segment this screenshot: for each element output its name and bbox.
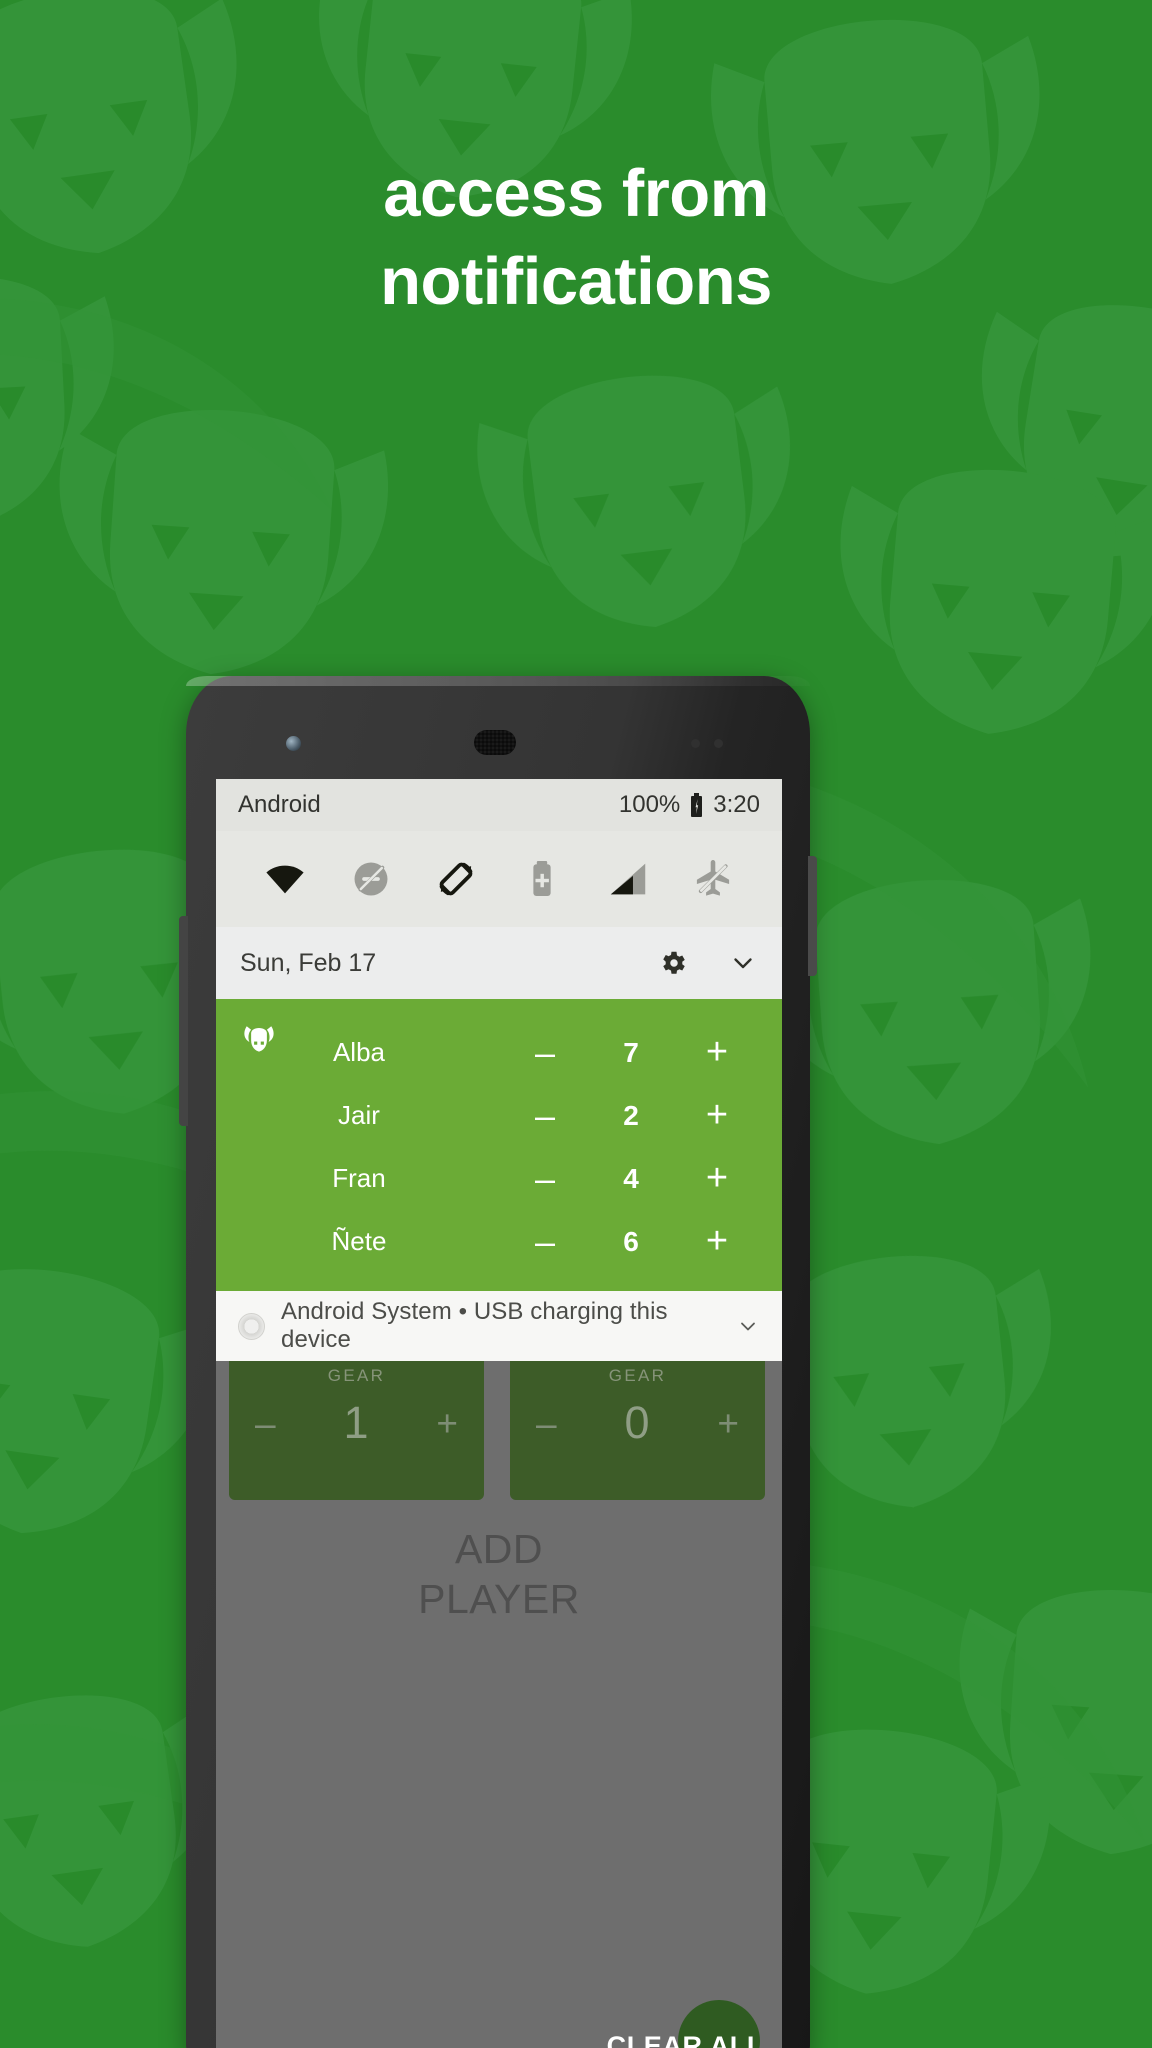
wifi-icon[interactable] bbox=[242, 831, 328, 927]
player-row[interactable]: Alba – 7 + bbox=[216, 1021, 782, 1084]
card-gear-row: – 0 + bbox=[510, 1394, 765, 1452]
increment-button[interactable]: + bbox=[674, 1096, 760, 1133]
player-score: 6 bbox=[623, 1225, 639, 1257]
system-notification-text: Android System • USB charging this devic… bbox=[281, 1298, 668, 1353]
add-player-line-2: PLAYER bbox=[418, 1576, 580, 1623]
do-not-disturb-off-icon[interactable] bbox=[328, 831, 414, 927]
player-score: 7 bbox=[623, 1036, 639, 1068]
proximity-sensor bbox=[691, 739, 700, 748]
phone-mockup: – 4 + GEAR – 1 + – 6 + GEAR bbox=[179, 676, 817, 2048]
gear-label: GEAR bbox=[608, 1366, 667, 1385]
quick-settings-footer: Sun, Feb 17 bbox=[216, 927, 782, 999]
status-bar-clock: 3:20 bbox=[713, 791, 760, 818]
light-sensor bbox=[714, 739, 723, 748]
gear-value: 1 bbox=[343, 1397, 369, 1448]
clear-all-button[interactable]: CLEAR ALL bbox=[607, 2031, 764, 2048]
gear-increment-button[interactable]: + bbox=[717, 1405, 739, 1442]
viking-helmet-icon bbox=[238, 1021, 280, 1063]
player-row[interactable]: Fran – 4 + bbox=[216, 1147, 782, 1210]
quick-settings-date: Sun, Feb 17 bbox=[240, 948, 377, 977]
gear-value: 0 bbox=[624, 1397, 650, 1448]
headline-line-1: access from bbox=[383, 156, 769, 231]
gear-increment-button[interactable]: + bbox=[436, 1405, 458, 1442]
chevron-down-icon[interactable] bbox=[728, 948, 758, 978]
player-score: 4 bbox=[623, 1162, 639, 1194]
earpiece-speaker bbox=[474, 730, 516, 755]
chevron-down-icon[interactable] bbox=[736, 1314, 760, 1338]
system-notification[interactable]: Android System • USB charging this devic… bbox=[216, 1291, 782, 1361]
phone-bezel-highlight bbox=[186, 676, 810, 686]
battery-saver-icon[interactable] bbox=[499, 831, 585, 927]
increment-button[interactable]: + bbox=[674, 1222, 760, 1259]
player-name: Ñete bbox=[331, 1226, 387, 1256]
notification-shade: Android 100% 3:20 Sun, Feb 17 Alba – 7 +… bbox=[216, 779, 782, 1361]
gear-label: GEAR bbox=[327, 1366, 386, 1385]
quick-settings-tiles bbox=[216, 831, 782, 927]
gear-decrement-button[interactable]: – bbox=[536, 1405, 557, 1442]
cellular-signal-icon[interactable] bbox=[585, 831, 671, 927]
phone-power-button bbox=[808, 856, 817, 976]
front-camera-icon bbox=[286, 736, 301, 751]
status-bar-right-group: 100% 3:20 bbox=[619, 791, 760, 819]
headline-line-2: notifications bbox=[380, 244, 772, 320]
player-score: 2 bbox=[623, 1099, 639, 1131]
phone-screen: – 4 + GEAR – 1 + – 6 + GEAR bbox=[216, 779, 782, 2048]
status-bar-carrier: Android bbox=[238, 791, 321, 818]
decrement-button[interactable]: – bbox=[502, 1223, 588, 1259]
decrement-button[interactable]: – bbox=[502, 1034, 588, 1070]
gear-icon[interactable] bbox=[658, 948, 688, 978]
battery-percent-label: 100% bbox=[618, 791, 681, 818]
battery-charging-icon bbox=[689, 793, 704, 817]
auto-rotate-icon[interactable] bbox=[413, 831, 499, 927]
usb-charging-icon bbox=[238, 1312, 265, 1340]
increment-button[interactable]: + bbox=[674, 1033, 760, 1070]
decrement-button[interactable]: – bbox=[502, 1160, 588, 1196]
player-name: Fran bbox=[332, 1163, 386, 1193]
player-name: Jair bbox=[338, 1100, 380, 1130]
increment-button[interactable]: + bbox=[674, 1159, 760, 1196]
airplane-mode-off-icon[interactable] bbox=[670, 831, 756, 927]
phone-volume-button bbox=[179, 916, 188, 1126]
add-player-button[interactable]: ADD PLAYER bbox=[216, 1524, 782, 1624]
quick-settings-actions bbox=[658, 948, 758, 978]
card-gear-row: – 1 + bbox=[229, 1394, 484, 1452]
decrement-button[interactable]: – bbox=[502, 1097, 588, 1133]
status-bar: Android 100% 3:20 bbox=[216, 779, 782, 831]
page-title: access from notifications bbox=[0, 150, 1152, 327]
player-row[interactable]: Ñete – 6 + bbox=[216, 1210, 782, 1273]
add-player-line-1: ADD bbox=[454, 1526, 544, 1572]
player-row[interactable]: Jair – 2 + bbox=[216, 1084, 782, 1147]
app-notification[interactable]: Alba – 7 + Jair – 2 + Fran – 4 + Ñete – … bbox=[216, 999, 782, 1291]
gear-decrement-button[interactable]: – bbox=[255, 1405, 276, 1442]
